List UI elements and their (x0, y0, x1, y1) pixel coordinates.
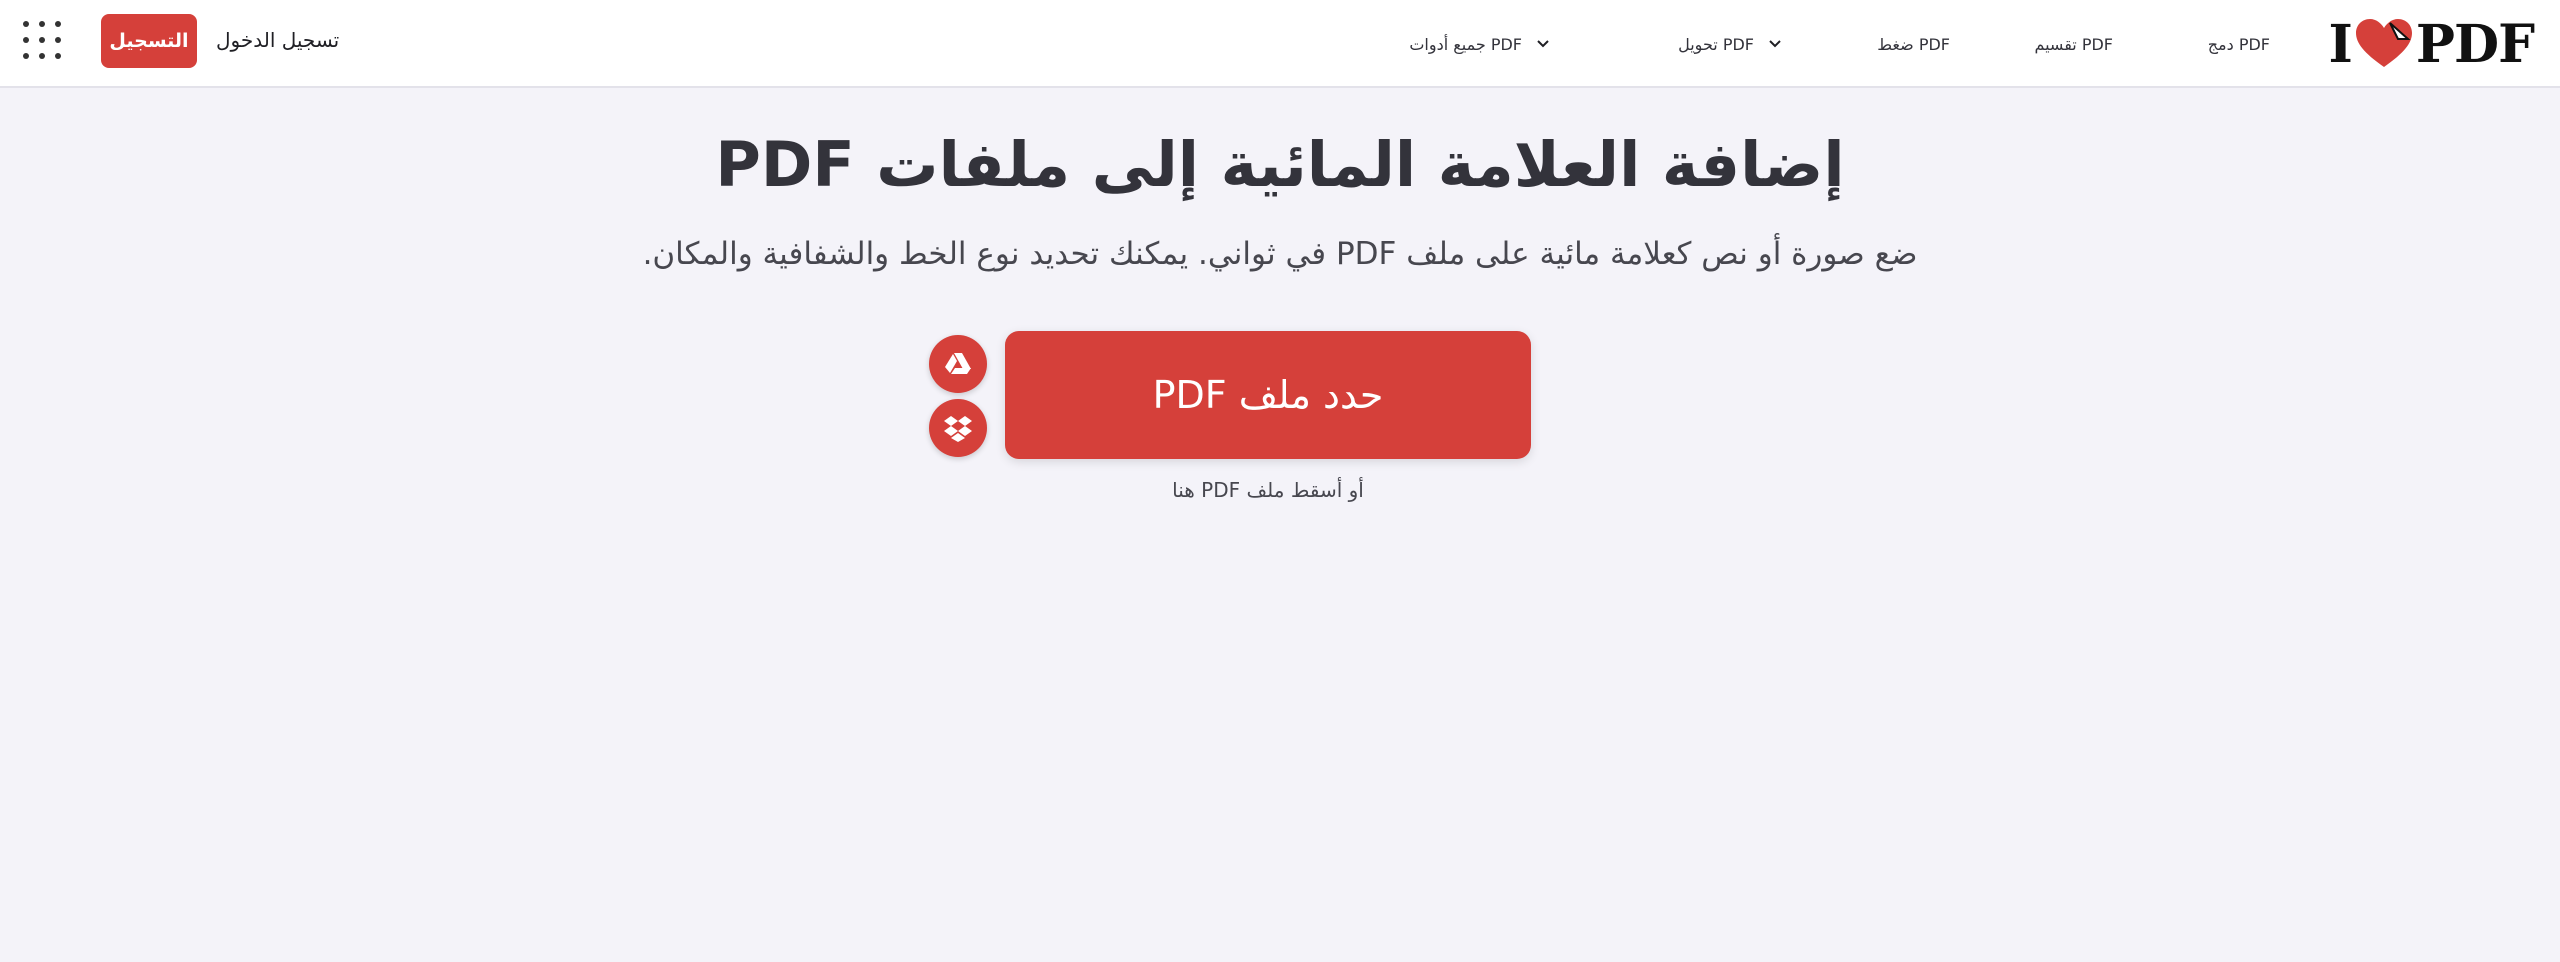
logo-prefix: I (2328, 13, 2353, 75)
page-title: إضافة العلامة المائية إلى ملفات PDF (715, 128, 1845, 201)
login-link[interactable]: تسجيل الدخول (216, 0, 339, 80)
page-subtitle: ضع صورة أو نص كعلامة مائية على ملف PDF ف… (642, 236, 1918, 272)
nav-merge-pdf-label: دمج PDF (2207, 34, 2270, 54)
logo-suffix: PDF (2415, 13, 2535, 75)
nav-merge-pdf[interactable]: دمج PDF (2208, 0, 2270, 88)
nav-split-pdf-label: تقسيم PDF (2034, 34, 2113, 54)
heart-logo-icon (2355, 19, 2412, 67)
nav-compress-pdf[interactable]: ضغط PDF (1877, 0, 1950, 88)
nav-all-pdf-tools[interactable]: جميع أدوات PDF (1409, 0, 1550, 88)
google-drive-button[interactable] (929, 335, 987, 393)
top-navigation-bar: I PDF دمج PDF تقسيم PDF ضغط PDF تحويل PD… (0, 0, 2560, 88)
nav-all-pdf-tools-label: جميع أدوات PDF (1409, 34, 1522, 54)
select-pdf-file-label: حدد ملف PDF (1152, 373, 1384, 417)
google-drive-icon (945, 353, 971, 374)
nav-compress-pdf-label: ضغط PDF (1877, 34, 1950, 54)
grid-dots-icon[interactable] (22, 20, 62, 60)
dropbox-button[interactable] (929, 399, 987, 457)
dropbox-icon (944, 416, 972, 442)
ilovepdf-logo[interactable]: I PDF (2328, 13, 2535, 75)
chevron-down-icon (1769, 40, 1781, 48)
nav-split-pdf[interactable]: تقسيم PDF (2034, 0, 2113, 88)
nav-convert-pdf-label: تحويل PDF (1678, 34, 1754, 54)
select-pdf-file-button[interactable]: حدد ملف PDF (1005, 331, 1531, 459)
signup-button[interactable]: التسجيل (101, 14, 197, 68)
nav-convert-pdf[interactable]: تحويل PDF (1678, 0, 1782, 88)
chevron-down-icon (1537, 40, 1549, 48)
drop-file-hint: أو أسقط ملف PDF هنا (1172, 478, 1364, 502)
